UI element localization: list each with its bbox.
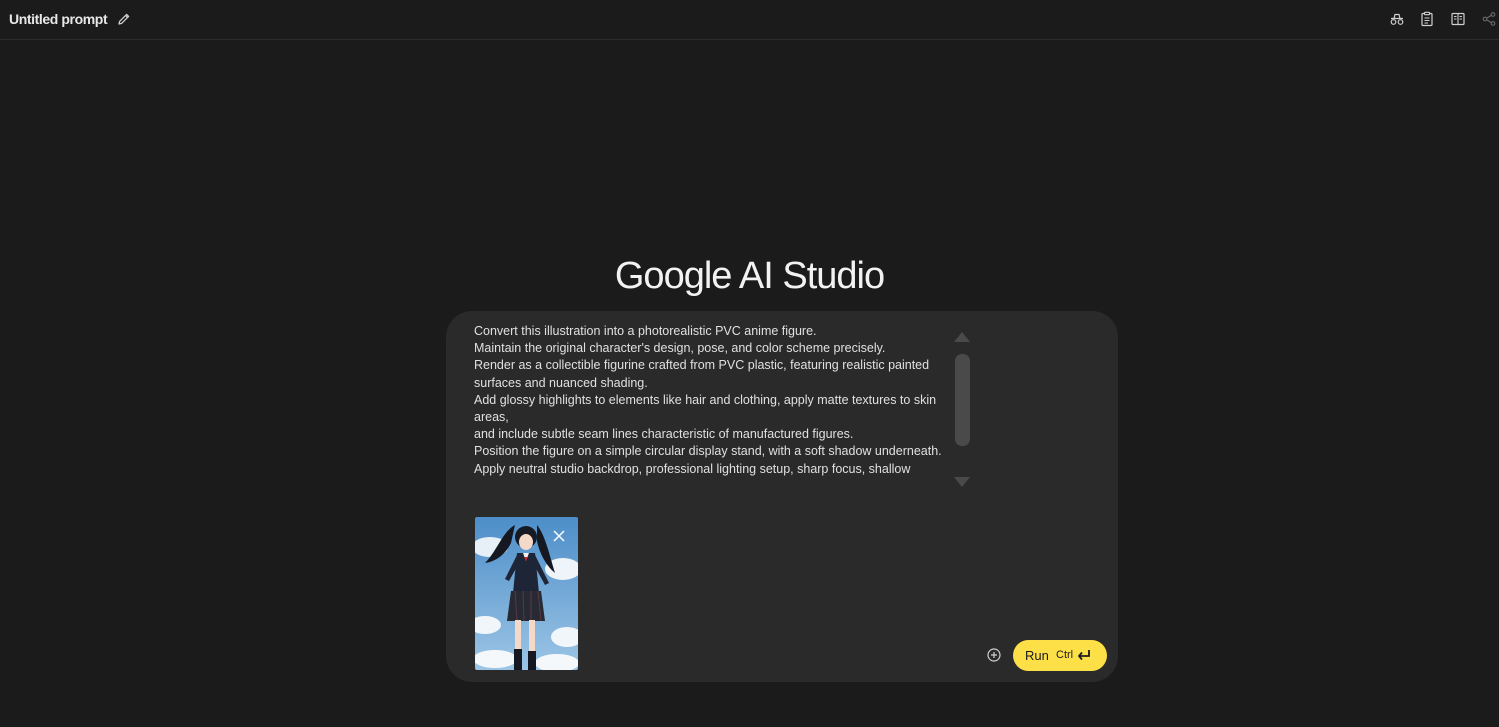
brand-logo: Google AI Studio <box>0 255 1499 298</box>
prompt-card: Convert this illustration into a photore… <box>446 311 1118 682</box>
book-icon[interactable] <box>1449 10 1467 28</box>
brand-product: AI Studio <box>738 255 885 297</box>
add-circle-icon[interactable] <box>986 647 1002 663</box>
close-icon[interactable] <box>552 529 566 543</box>
edit-icon[interactable] <box>116 11 132 27</box>
prompt-title[interactable]: Untitled prompt <box>9 11 108 27</box>
scroll-down-arrow[interactable] <box>954 477 970 487</box>
compare-icon[interactable] <box>1388 10 1406 28</box>
run-label: Run <box>1025 648 1049 663</box>
share-icon[interactable] <box>1480 10 1498 28</box>
prompt-input[interactable]: Convert this illustration into a photore… <box>474 323 952 495</box>
run-button[interactable]: Run Ctrl <box>1013 640 1107 671</box>
brand-google: Google <box>614 255 733 297</box>
enter-icon <box>1078 650 1090 661</box>
scroll-up-arrow[interactable] <box>954 332 970 342</box>
top-bar: Untitled prompt <box>0 0 1499 40</box>
scrollbar-thumb[interactable] <box>955 354 970 446</box>
run-shortcut: Ctrl <box>1056 649 1074 661</box>
clipboard-icon[interactable] <box>1418 10 1436 28</box>
